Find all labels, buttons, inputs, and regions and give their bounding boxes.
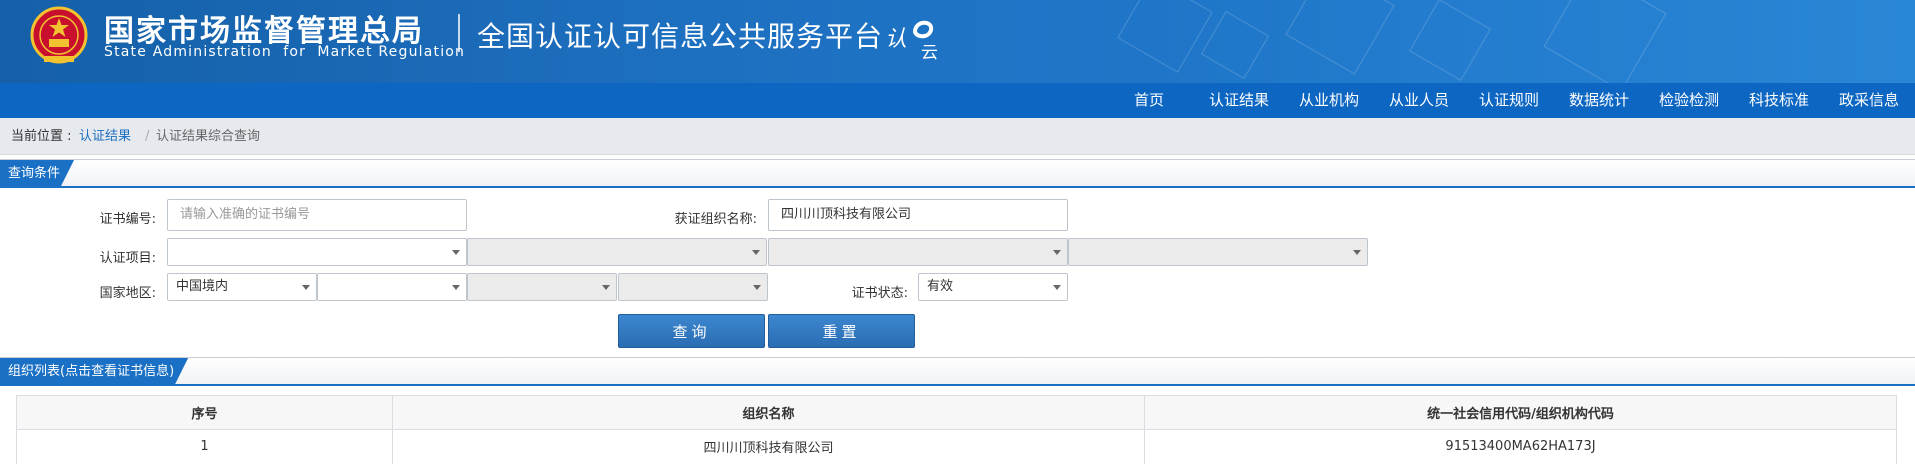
region-selected-value: 中国境内 xyxy=(176,279,229,294)
org-table: 序号 组织名称 统一社会信用代码/组织机构代码 1 四川川顶科技有限公司 915… xyxy=(16,395,1897,464)
status-label: 证书状态: xyxy=(851,286,908,301)
national-emblem-icon xyxy=(30,6,88,64)
nav-item-standards[interactable]: 科技标准 xyxy=(1749,83,1809,118)
breadcrumb-separator: / xyxy=(145,129,150,144)
nav-item-statistics[interactable]: 数据统计 xyxy=(1569,83,1629,118)
platform-title: 全国认证认可信息公共服务平台 xyxy=(477,20,884,53)
chevron-down-icon xyxy=(602,285,610,290)
project-select-3[interactable] xyxy=(768,238,1068,266)
chevron-down-icon xyxy=(1053,285,1061,290)
reset-button[interactable]: 重置 xyxy=(768,314,915,348)
header-divider xyxy=(458,14,460,52)
breadcrumb-current: 认证结果综合查询 xyxy=(156,129,261,144)
project-label: 认证项目: xyxy=(99,251,156,266)
region-select-province[interactable] xyxy=(317,273,467,301)
query-panel-title: 查询条件 xyxy=(0,160,74,188)
status-selected-value: 有效 xyxy=(927,279,954,294)
column-header-org-name: 组织名称 xyxy=(392,395,1145,430)
project-select-1[interactable] xyxy=(167,238,467,266)
project-select-2[interactable] xyxy=(467,238,767,266)
region-select-city[interactable] xyxy=(467,273,617,301)
decor-hexagon xyxy=(1543,0,1667,83)
query-panel-header: 查询条件 xyxy=(0,160,1915,188)
nav-item-procurement[interactable]: 政采信息 xyxy=(1839,83,1899,118)
chevron-down-icon xyxy=(452,250,460,255)
cert-no-label: 证书编号: xyxy=(99,212,156,227)
svg-text:云: 云 xyxy=(921,43,938,60)
site-header: 国家市场监督管理总局 State Administration for Mark… xyxy=(0,0,1915,83)
breadcrumb-label: 当前位置 : xyxy=(11,129,72,144)
breadcrumb-link-cert-results[interactable]: 认证结果 xyxy=(79,118,131,155)
column-header-index: 序号 xyxy=(16,395,393,430)
chevron-down-icon xyxy=(452,285,460,290)
chevron-down-icon xyxy=(753,285,761,290)
agency-name-en: State Administration for Market Regulati… xyxy=(104,44,466,60)
row-org-name[interactable]: 四川川顶科技有限公司 xyxy=(392,429,1145,464)
table-header-row: 序号 组织名称 统一社会信用代码/组织机构代码 xyxy=(16,395,1897,430)
status-select[interactable]: 有效 xyxy=(918,273,1068,301)
project-select-4[interactable] xyxy=(1068,238,1368,266)
breadcrumb: 当前位置 : 认证结果 / 认证结果综合查询 xyxy=(0,118,1915,155)
region-select-district[interactable] xyxy=(618,273,768,301)
org-list-title: 组织列表(点击查看证书信息) xyxy=(0,358,188,386)
chevron-down-icon xyxy=(1053,250,1061,255)
nav-item-institutions[interactable]: 从业机构 xyxy=(1299,83,1359,118)
chevron-down-icon xyxy=(1353,250,1361,255)
nav-item-personnel[interactable]: 从业人员 xyxy=(1389,83,1449,118)
main-nav: 首页 认证结果 从业机构 从业人员 认证规则 数据统计 检验检测 科技标准 政采… xyxy=(0,83,1915,118)
decor-hexagon xyxy=(1409,0,1491,81)
row-credit-code: 91513400MA62HA173J xyxy=(1144,429,1897,464)
nav-item-home[interactable]: 首页 xyxy=(1134,83,1164,118)
nav-item-cert-results[interactable]: 认证结果 xyxy=(1209,83,1269,118)
nav-item-cert-rules[interactable]: 认证规则 xyxy=(1479,83,1539,118)
row-index: 1 xyxy=(16,429,393,464)
chevron-down-icon xyxy=(752,250,760,255)
decor-hexagon xyxy=(1117,0,1213,73)
search-button[interactable]: 查询 xyxy=(618,314,765,348)
nav-item-inspection[interactable]: 检验检测 xyxy=(1659,83,1719,118)
org-list-header: 组织列表(点击查看证书信息) xyxy=(0,358,1915,386)
org-name-input[interactable]: 四川川顶科技有限公司 xyxy=(768,199,1068,231)
decor-hexagon xyxy=(1285,0,1395,75)
org-name-label: 获证组织名称: xyxy=(674,212,757,227)
svg-text:认: 认 xyxy=(885,27,907,52)
region-select-country[interactable]: 中国境内 xyxy=(167,273,317,301)
chevron-down-icon xyxy=(302,285,310,290)
table-row[interactable]: 1 四川川顶科技有限公司 91513400MA62HA173J xyxy=(16,429,1897,464)
org-list-panel: 组织列表(点击查看证书信息) 序号 组织名称 统一社会信用代码/组织机构代码 1… xyxy=(0,357,1915,467)
renyun-logo-icon: 认云 认 云 xyxy=(885,20,938,60)
query-panel: 查询条件 证书编号: 请输入准确的证书编号 获证组织名称: 四川川顶科技有限公司… xyxy=(0,159,1915,354)
column-header-credit-code: 统一社会信用代码/组织机构代码 xyxy=(1144,395,1897,430)
cert-no-input[interactable]: 请输入准确的证书编号 xyxy=(167,199,467,231)
decor-hexagon xyxy=(1200,10,1270,80)
region-label: 国家地区: xyxy=(99,286,156,301)
